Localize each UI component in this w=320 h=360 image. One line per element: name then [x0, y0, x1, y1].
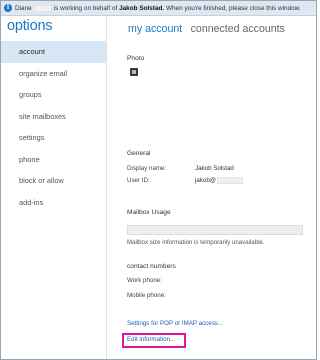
- edit-link-highlight: [122, 333, 186, 348]
- tab-connected-accounts[interactable]: connected accounts: [191, 23, 285, 35]
- sidebar-item-settings[interactable]: settings: [1, 127, 106, 149]
- general-heading: General: [127, 150, 151, 157]
- options-nav: account organize email groups site mailb…: [1, 41, 106, 213]
- account-panel: my account connected accounts Photo Gene…: [107, 16, 316, 359]
- contact-numbers-heading: contact numbers: [127, 263, 176, 270]
- photo-placeholder-icon[interactable]: [130, 68, 138, 76]
- info-message: is working on behalf of: [53, 4, 118, 12]
- sidebar-item-block-or-allow[interactable]: block or allow: [1, 170, 106, 192]
- mailbox-usage-bar: [127, 225, 303, 235]
- sidebar-item-site-mailboxes[interactable]: site mailboxes: [1, 106, 106, 128]
- sidebar-item-add-ins[interactable]: add-ins: [1, 192, 106, 214]
- info-message-end: When you're finished, please close this …: [165, 4, 301, 12]
- photo-label: Photo: [127, 55, 145, 62]
- user-id-value: jakob@: [195, 177, 217, 184]
- account-tabs: my account connected accounts: [128, 19, 285, 37]
- options-title: options: [7, 18, 53, 34]
- mobile-phone-label: Mobile phone:: [127, 292, 166, 299]
- pop-imap-settings-link[interactable]: Settings for POP or IMAP access...: [127, 320, 223, 327]
- user-id-label: User ID:: [127, 177, 150, 184]
- sidebar-item-organize-email[interactable]: organize email: [1, 63, 106, 85]
- display-name-value: Jakob Solstad: [195, 165, 234, 172]
- mailbox-usage-note: Mailbox size information is temporarily …: [127, 239, 265, 246]
- redacted-text: [217, 177, 243, 184]
- mailbox-usage-heading: Mailbox Usage: [127, 209, 171, 216]
- work-phone-label: Work phone:: [127, 277, 162, 284]
- info-target-name: Jakob Solstad.: [119, 4, 165, 12]
- redacted-text: [33, 4, 52, 12]
- sidebar-item-groups[interactable]: groups: [1, 84, 106, 106]
- info-user-name: Diane: [15, 4, 32, 12]
- delegate-info-bar: i Diane is working on behalf of Jakob So…: [1, 1, 316, 16]
- tab-my-account[interactable]: my account: [128, 23, 182, 35]
- display-name-label: Display name:: [127, 165, 167, 172]
- sidebar-item-account[interactable]: account: [1, 41, 106, 63]
- info-icon: i: [4, 4, 12, 12]
- options-sidebar: options account organize email groups si…: [1, 16, 106, 359]
- sidebar-item-phone[interactable]: phone: [1, 149, 106, 171]
